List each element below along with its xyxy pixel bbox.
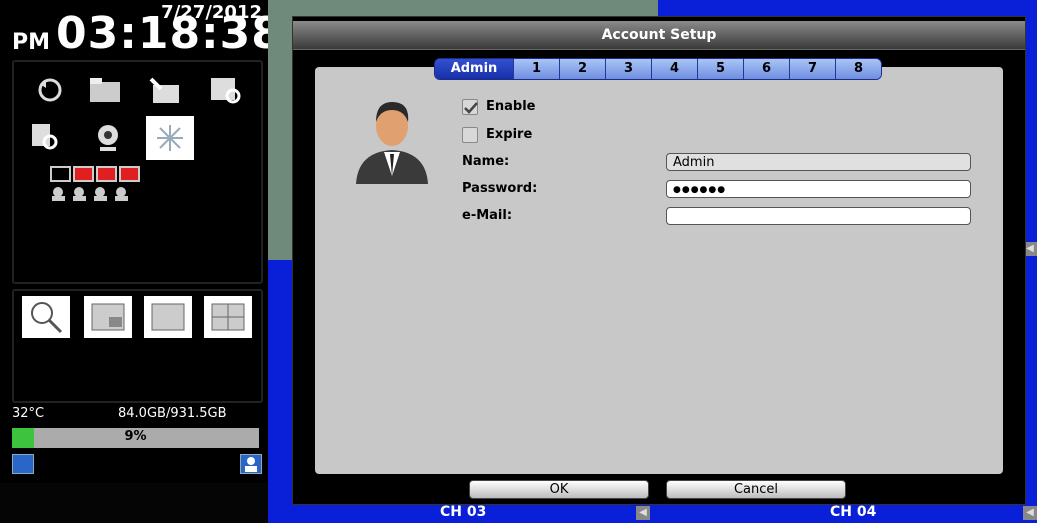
- single-layout-button[interactable]: [144, 296, 192, 338]
- clock-ampm: PM: [12, 30, 51, 55]
- quad-layout-icon: [211, 303, 245, 331]
- bottom-strip: [0, 483, 268, 523]
- channel-alarm-icon: [96, 166, 117, 182]
- playback-icon[interactable]: [28, 70, 72, 110]
- pip-layout-icon: [91, 303, 125, 331]
- quad-layout-button[interactable]: [204, 296, 252, 338]
- enable-checkbox[interactable]: [462, 99, 478, 115]
- folder-icon[interactable]: [84, 70, 128, 110]
- magnifier-icon: [31, 302, 63, 334]
- channel-monitor-icon: [50, 166, 71, 182]
- single-layout-icon: [151, 303, 185, 331]
- email-field[interactable]: [666, 207, 971, 225]
- account-tabs: Admin 1 2 3 4 5 6 7 8: [434, 58, 882, 80]
- tab-8[interactable]: 8: [836, 59, 881, 79]
- channel-alarm-icon: [73, 166, 94, 182]
- calendar-search-icon[interactable]: [204, 70, 248, 110]
- disk-usage-bar: 9%: [12, 428, 259, 448]
- freeze-snowflake-icon[interactable]: [146, 116, 194, 160]
- checkmark-icon: [464, 102, 478, 114]
- tab-2[interactable]: 2: [560, 59, 606, 79]
- temperature-readout: 32°C: [12, 406, 45, 421]
- disk-usage-percent: 9%: [124, 429, 147, 444]
- view-layout-panel: [12, 289, 263, 403]
- tab-3[interactable]: 3: [606, 59, 652, 79]
- user-lock-icon: [73, 187, 86, 201]
- expire-label: Expire: [486, 127, 533, 142]
- user-lock-icon: [52, 187, 65, 201]
- zoom-search-button[interactable]: [22, 296, 70, 338]
- channel-label-ch3: CH 03: [440, 504, 487, 520]
- user-status-indicators: [50, 186, 130, 202]
- password-label: Password:: [462, 181, 538, 196]
- tools-icon[interactable]: [144, 70, 188, 110]
- search-log-icon[interactable]: [24, 118, 68, 158]
- name-label: Name:: [462, 154, 510, 169]
- channel-alarm-icon: [119, 166, 140, 182]
- tab-1[interactable]: 1: [514, 59, 560, 79]
- dialog-title: Account Setup: [293, 21, 1025, 50]
- user-avatar: [354, 92, 430, 184]
- clock-time: 03:18:38: [56, 8, 283, 59]
- channel-status-indicators: [50, 166, 140, 182]
- tab-admin[interactable]: Admin: [435, 59, 514, 79]
- password-field[interactable]: ●●●●●●: [666, 180, 971, 198]
- ch4-scroll-left-icon[interactable]: ◀: [1023, 506, 1037, 520]
- user-lock-icon: [94, 187, 107, 201]
- email-label: e-Mail:: [462, 208, 513, 223]
- user-lock-icon: [115, 187, 128, 201]
- expire-checkbox[interactable]: [462, 127, 478, 143]
- channel-label-ch4: CH 04: [830, 504, 877, 520]
- tab-5[interactable]: 5: [698, 59, 744, 79]
- user-login-icon[interactable]: [240, 454, 262, 474]
- network-icon[interactable]: [12, 454, 34, 474]
- ok-button[interactable]: OK: [469, 480, 649, 499]
- tab-7[interactable]: 7: [790, 59, 836, 79]
- disk-usage-readout: 84.0GB/931.5GB: [118, 406, 227, 421]
- cancel-button[interactable]: Cancel: [666, 480, 846, 499]
- function-icon-panel: [12, 60, 263, 284]
- webcam-icon[interactable]: [86, 118, 130, 158]
- ch3-scroll-left-icon[interactable]: ◀: [636, 506, 650, 520]
- tab-6[interactable]: 6: [744, 59, 790, 79]
- tab-4[interactable]: 4: [652, 59, 698, 79]
- pip-layout-button[interactable]: [84, 296, 132, 338]
- enable-label: Enable: [486, 99, 536, 114]
- name-field[interactable]: Admin: [666, 153, 971, 171]
- left-control-panel: 7/27/2012 PM 03:18:38 32°C 84.0GB/931.5G…: [0, 0, 282, 523]
- account-setup-dialog: Account Setup: [292, 16, 1026, 505]
